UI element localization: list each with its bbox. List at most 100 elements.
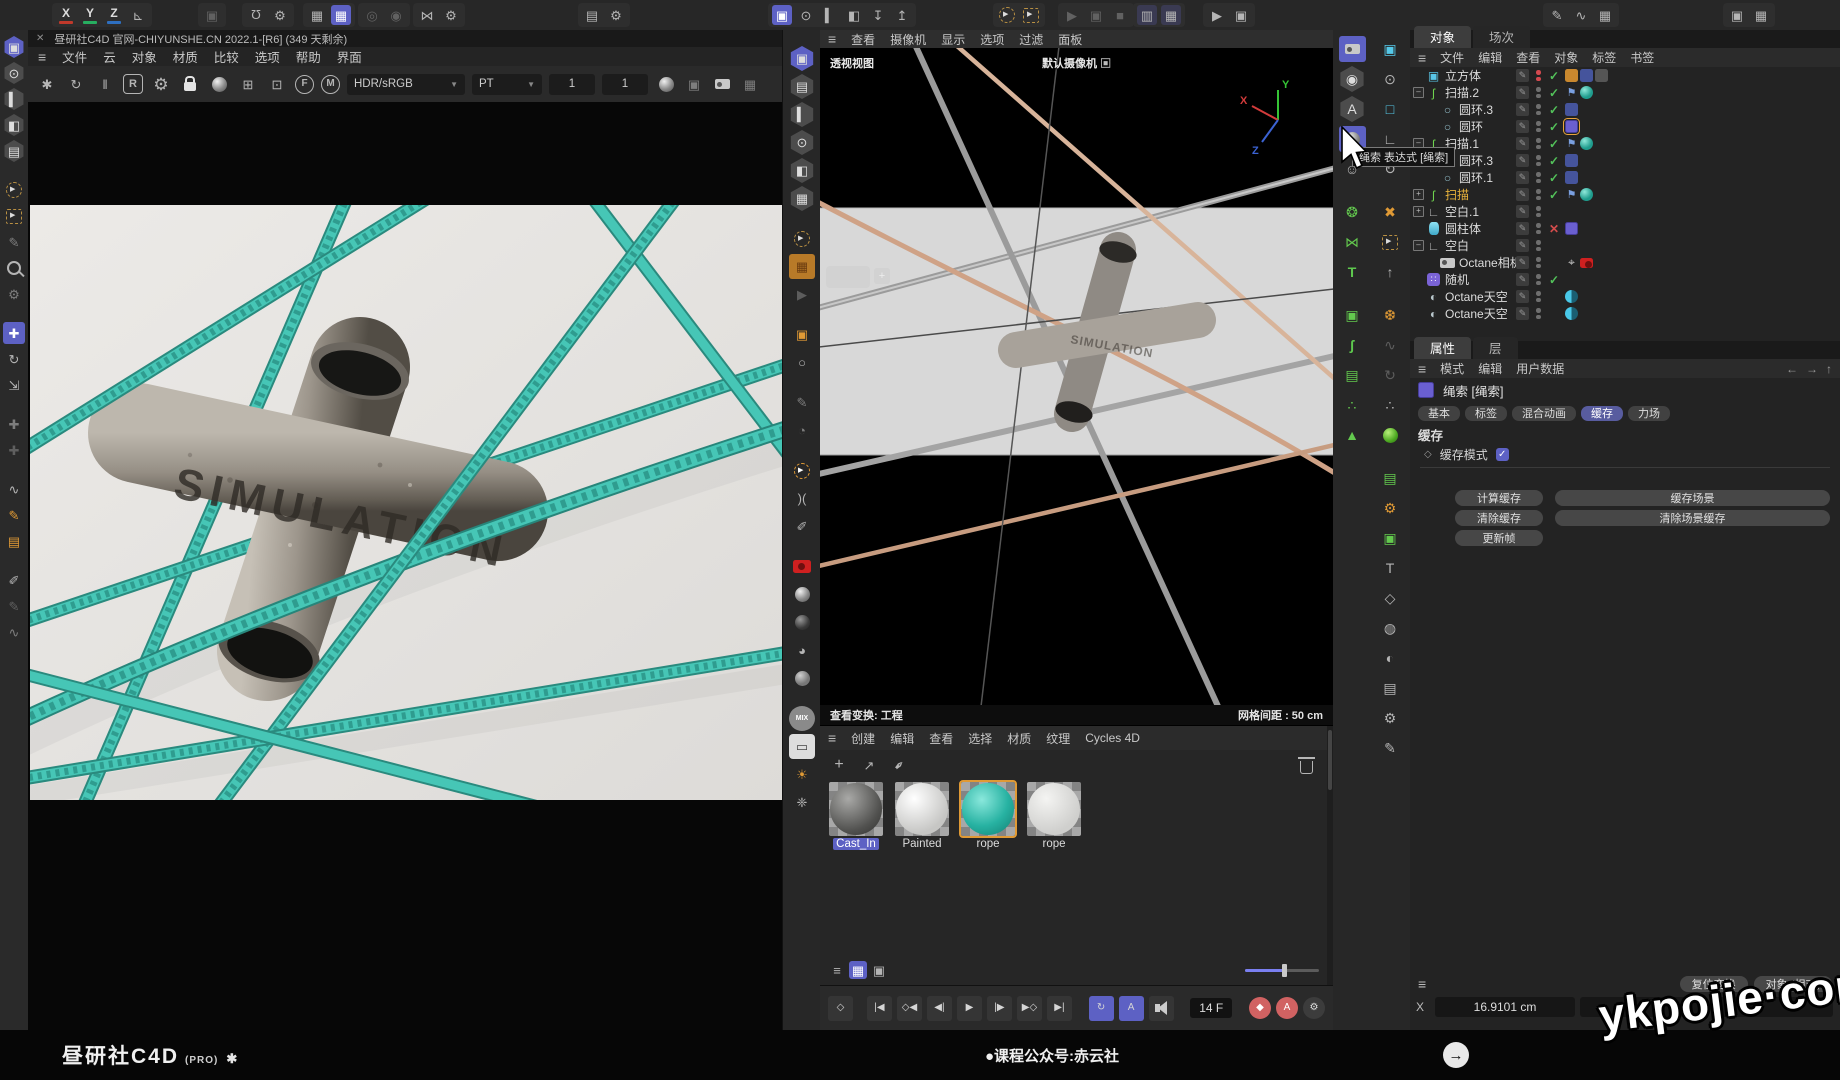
attribute-menu-1[interactable]: 编辑 xyxy=(1478,360,1502,377)
tree-row[interactable]: ◐Octane天空✎ xyxy=(1410,305,1840,322)
visibility-dots[interactable] xyxy=(1536,291,1541,302)
t-mat-tag-icon[interactable] xyxy=(1580,86,1593,99)
colorspace-select[interactable]: HDR/sRGB ▼ xyxy=(347,74,465,95)
layer-chip[interactable]: ✎ xyxy=(1516,239,1529,252)
hamburger-icon[interactable]: ≡ xyxy=(38,49,46,65)
section-tab-4[interactable]: 力场 xyxy=(1628,406,1670,421)
mini-sphere-icon[interactable] xyxy=(655,73,677,95)
mode-edges-icon[interactable]: ▍ xyxy=(3,88,25,110)
kernel-settings-icon[interactable]: ⚙ xyxy=(150,73,172,95)
vp-live-selection2-icon[interactable] xyxy=(789,458,815,483)
vp-sun-icon[interactable]: ☀ xyxy=(789,762,815,787)
object-manager-menu-2[interactable]: 查看 xyxy=(1516,49,1540,66)
render-settings-icon[interactable]: ▦ xyxy=(1161,5,1181,25)
solo-single-icon[interactable]: ⊙ xyxy=(796,5,816,25)
tree-row[interactable]: +ʃ扫描✎✓⚑ xyxy=(1410,186,1840,203)
mode-model-icon[interactable]: ▣ xyxy=(3,36,25,58)
vp-arcs-icon[interactable]: )( xyxy=(789,486,815,511)
t-blue-tag-icon[interactable] xyxy=(1565,103,1578,116)
vp-sphere-light-icon[interactable] xyxy=(789,582,815,607)
material-item[interactable]: rope xyxy=(1024,782,1084,850)
attr-nav-icon-0[interactable]: ← xyxy=(1786,362,1798,376)
vp-mode-poly-icon[interactable]: ◧ xyxy=(789,158,815,183)
rt-annotate-mode-icon[interactable]: A xyxy=(1339,96,1366,122)
axis-center-icon[interactable]: ◎ xyxy=(362,5,382,25)
lv-menu-4[interactable]: 比较 xyxy=(214,47,239,66)
hamburger-icon[interactable]: ≡ xyxy=(1418,361,1426,377)
layer-chip[interactable]: ✎ xyxy=(1516,137,1529,150)
viewport-menu-5[interactable]: 面板 xyxy=(1058,31,1082,48)
tree-row[interactable]: ◐Octane天空✎ xyxy=(1410,288,1840,305)
visibility-dots[interactable] xyxy=(1536,206,1541,217)
object-manager-menu-5[interactable]: 书签 xyxy=(1630,49,1654,66)
material-menu-6[interactable]: Cycles 4D xyxy=(1085,731,1140,745)
rb-text-tool-icon[interactable]: T xyxy=(1377,555,1404,581)
layer-chip[interactable]: ✎ xyxy=(1516,290,1529,303)
layout-a-icon[interactable]: ▣ xyxy=(1727,5,1747,25)
lv-menu-7[interactable]: 界面 xyxy=(337,47,362,66)
lv-menu-6[interactable]: 帮助 xyxy=(296,47,321,66)
vp-sphere-dark-icon[interactable] xyxy=(789,610,815,635)
cache-scene-button[interactable]: 缓存场景 xyxy=(1555,490,1830,506)
visibility-dots[interactable] xyxy=(1536,104,1541,115)
rb-globe-icon[interactable]: ◐ xyxy=(1377,645,1404,671)
render-play-icon[interactable]: ▶ xyxy=(1207,5,1227,25)
enable-mark-icon[interactable]: ✓ xyxy=(1549,154,1559,168)
lv-menu-3[interactable]: 材质 xyxy=(173,47,198,66)
prev-key-button[interactable]: ◇◀ xyxy=(897,996,922,1021)
vp-circle-icon[interactable]: ○ xyxy=(789,350,815,375)
perspective-viewport[interactable]: SIMULATION Y X Z xyxy=(820,48,1333,705)
viewport-menu-1[interactable]: 摄像机 xyxy=(890,31,926,48)
tab-objects[interactable]: 对象 xyxy=(1414,26,1471,48)
axis-z-button[interactable]: Z xyxy=(104,5,124,25)
record-keyframe-button[interactable]: ◆ xyxy=(1249,997,1271,1019)
object-manager-menu-4[interactable]: 标签 xyxy=(1592,49,1616,66)
t-orange-tag-icon[interactable] xyxy=(1565,69,1578,82)
material-thumbnail[interactable] xyxy=(895,782,949,836)
key-diamond-icon[interactable]: ◇ xyxy=(1424,449,1432,460)
mat-view-list-icon[interactable]: ≡ xyxy=(828,961,846,979)
samples-field-1[interactable]: 1 xyxy=(549,74,595,95)
viewport-camera-label[interactable]: 默认摄像机 ▣ xyxy=(1042,55,1111,71)
t-mat-tag-icon[interactable] xyxy=(1580,137,1593,150)
material-menu-1[interactable]: 编辑 xyxy=(890,730,914,747)
kernel-select[interactable]: PT ▼ xyxy=(472,74,542,95)
rect-selection-icon[interactable] xyxy=(3,205,25,227)
vp-pie-icon[interactable]: ◔ xyxy=(789,418,815,443)
clear-scene-cache-button[interactable]: 清除场景缓存 xyxy=(1555,510,1830,526)
attribute-menu-0[interactable]: 模式 xyxy=(1440,360,1464,377)
section-tab-1[interactable]: 标签 xyxy=(1465,406,1507,421)
mini-region-icon[interactable]: ▦ xyxy=(739,73,761,95)
rb-orange-cross-icon[interactable]: ✖ xyxy=(1377,199,1404,225)
enable-mark-icon[interactable]: ✓ xyxy=(1549,69,1559,83)
vp-live-selection-icon[interactable] xyxy=(789,226,815,251)
visibility-dots[interactable] xyxy=(1536,155,1541,166)
vp-mode-stripe-icon[interactable]: ▤ xyxy=(789,74,815,99)
project-file-icon[interactable]: ▤ xyxy=(582,5,602,25)
t-purple-tag-icon[interactable] xyxy=(1565,120,1578,133)
mode-variants-icon[interactable]: ▤ xyxy=(3,140,25,162)
mode-points-icon[interactable]: ⊙ xyxy=(3,62,25,84)
squiggle-icon[interactable]: ∿ xyxy=(3,621,25,643)
clear-cache-button[interactable]: 清除缓存 xyxy=(1455,510,1543,526)
expander-icon[interactable]: – xyxy=(1413,87,1424,98)
visibility-dots[interactable] xyxy=(1536,70,1541,81)
rb-pencil-icon[interactable]: ✎ xyxy=(1377,735,1404,761)
visibility-dots[interactable] xyxy=(1536,308,1541,319)
axis-modify-icon[interactable]: ◉ xyxy=(386,5,406,25)
vp-uv-chip-icon[interactable]: ▦ xyxy=(789,254,815,279)
preview-ball-icon[interactable] xyxy=(208,73,230,95)
material-pick-icon[interactable]: M xyxy=(321,75,340,94)
tree-row[interactable]: ▣立方体✎✓ xyxy=(1410,67,1840,84)
current-frame-field[interactable]: 14 F xyxy=(1190,998,1232,1018)
material-thumbnail[interactable] xyxy=(1027,782,1081,836)
tree-row[interactable]: –∟空白✎ xyxy=(1410,237,1840,254)
lock-resolution-icon[interactable] xyxy=(179,73,201,95)
vp-pointer-icon[interactable]: ▶ xyxy=(789,282,815,307)
vp-pie-sphere-icon[interactable]: ◕ xyxy=(789,638,815,663)
section-tab-2[interactable]: 混合动画 xyxy=(1512,406,1576,421)
material-menu-5[interactable]: 纹理 xyxy=(1046,730,1070,747)
t-flag-tag-icon[interactable]: ⚑ xyxy=(1565,137,1578,150)
expander-icon[interactable]: – xyxy=(1413,240,1424,251)
close-icon[interactable]: ✕ xyxy=(36,33,44,44)
